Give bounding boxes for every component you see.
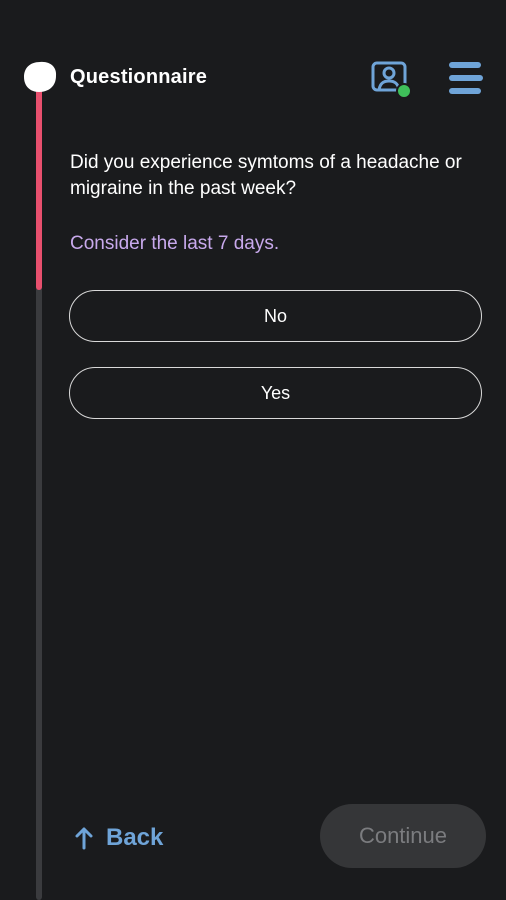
question-text: Did you experience symtoms of a headache… <box>70 152 462 199</box>
menu-button[interactable] <box>446 60 486 96</box>
answer-no-label: No <box>263 305 287 326</box>
continue-label: Continue <box>358 823 448 848</box>
answer-yes-label: Yes <box>260 382 291 403</box>
answer-no-button[interactable]: No <box>69 290 482 342</box>
page-title: Questionnaire <box>70 66 208 88</box>
answer-yes-button[interactable]: Yes <box>69 367 482 419</box>
user-video-icon <box>371 61 412 99</box>
video-consult-button[interactable] <box>370 60 414 100</box>
progress-node-icon <box>24 61 57 92</box>
question-hint: Consider the last 7 days. <box>70 233 280 254</box>
continue-button[interactable]: Continue <box>320 804 486 868</box>
back-button[interactable]: Back <box>74 818 163 858</box>
progress-fill <box>36 78 42 290</box>
hamburger-menu-icon <box>449 62 483 94</box>
arrow-up-icon <box>75 827 93 850</box>
back-label: Back <box>106 824 164 851</box>
